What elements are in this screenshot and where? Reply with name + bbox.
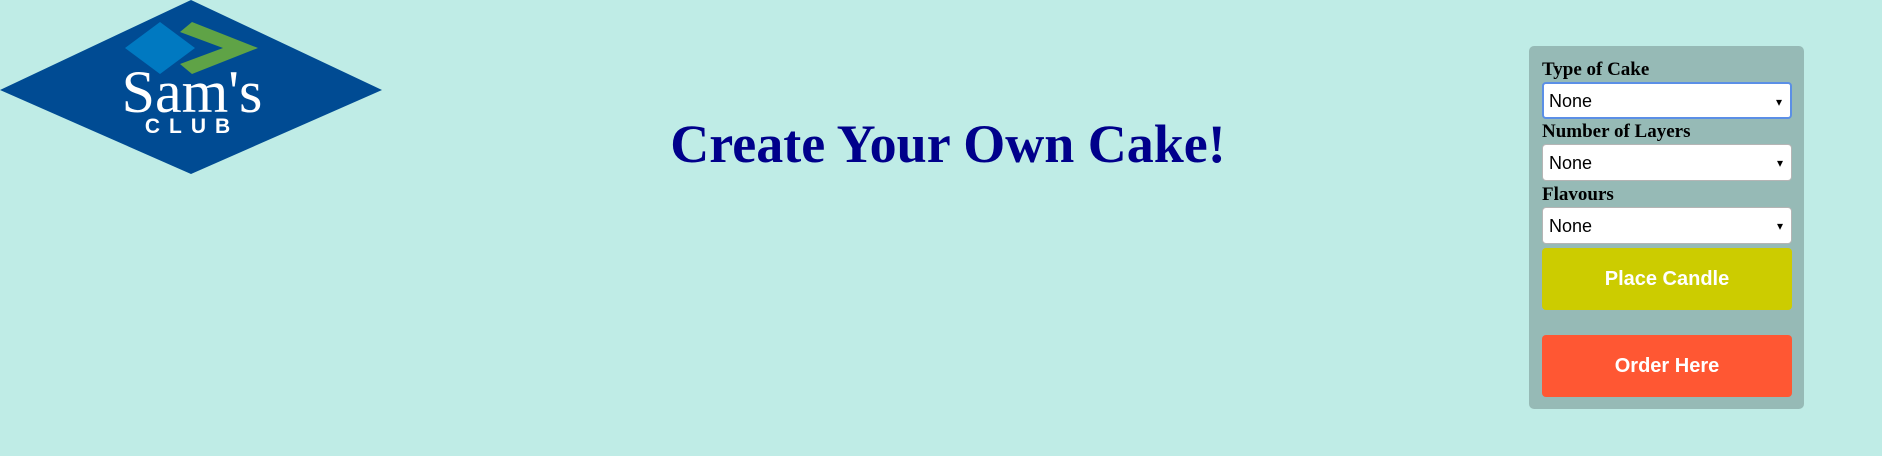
cake-options-panel: Type of Cake None ▾ Number of Layers Non… <box>1529 46 1804 409</box>
place-candle-button[interactable]: Place Candle <box>1542 248 1792 310</box>
flavours-select[interactable]: None ▾ <box>1542 207 1792 244</box>
layers-value: None <box>1549 153 1593 173</box>
chevron-down-icon: ▾ <box>1775 95 1782 109</box>
chevron-down-icon: ▾ <box>1776 219 1783 233</box>
cake-type-label: Type of Cake <box>1542 59 1650 80</box>
flavours-label: Flavours <box>1542 184 1614 205</box>
cake-type-select[interactable]: None ▾ <box>1542 82 1792 119</box>
flavours-value: None <box>1549 216 1593 236</box>
layers-select[interactable]: None ▾ <box>1542 144 1792 181</box>
cake-type-value: None <box>1549 91 1593 111</box>
page: Sam's CLUB Create Your Own Cake! Type of… <box>0 0 1882 456</box>
order-button[interactable]: Order Here <box>1542 335 1792 397</box>
layers-label: Number of Layers <box>1542 121 1691 142</box>
chevron-down-icon: ▾ <box>1776 156 1783 170</box>
